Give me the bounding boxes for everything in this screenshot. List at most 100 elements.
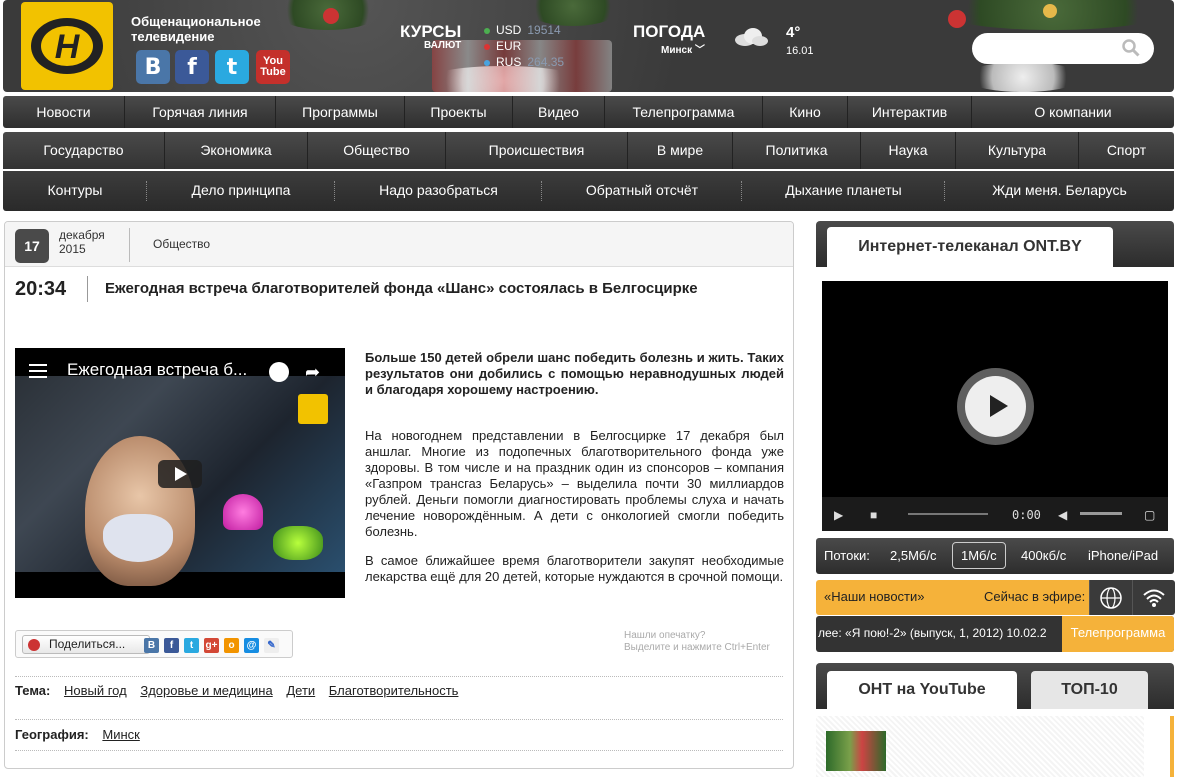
geo-link[interactable]: Минск (102, 727, 139, 742)
odnoklassniki-share-icon[interactable]: о (224, 638, 239, 653)
tags-label: Тема: (15, 683, 51, 698)
nav-item-projects[interactable]: Проекты (405, 96, 513, 128)
search-icon[interactable] (1122, 39, 1140, 57)
watch-later-icon[interactable] (269, 362, 289, 382)
google-plus-share-icon[interactable]: g+ (204, 638, 219, 653)
stop-icon[interactable]: ■ (870, 508, 877, 522)
tag-link[interactable]: Благотворительность (329, 683, 459, 698)
youtube-icon[interactable]: You Tube (256, 50, 290, 84)
twitter-icon[interactable]: t (215, 50, 249, 84)
youtube-glyph: You Tube (260, 55, 286, 78)
category-economy[interactable]: Экономика (165, 132, 308, 169)
share-button[interactable]: Поделиться... (22, 635, 150, 654)
video-child-figure (85, 436, 195, 586)
stream-option-selected[interactable]: 1Мб/с (952, 542, 1006, 569)
vk-share-icon[interactable]: В (144, 638, 159, 653)
article-time: 20:34 (15, 278, 67, 300)
program-obratny-otschet[interactable]: Обратный отсчёт (542, 171, 742, 211)
category-science[interactable]: Наука (861, 132, 956, 169)
nav-item-hotline[interactable]: Горячая линия (125, 96, 276, 128)
search-input[interactable] (972, 33, 1154, 64)
nav-item-cinema[interactable]: Кино (763, 96, 848, 128)
nav-item-news[interactable]: Новости (3, 96, 125, 128)
video-play-button[interactable] (158, 460, 202, 488)
brand-name: Общенациональное телевидение (131, 14, 261, 44)
volume-icon[interactable]: ◀ (1058, 508, 1067, 522)
play-icon[interactable] (957, 368, 1034, 445)
category-culture[interactable]: Культура (956, 132, 1079, 169)
video-title[interactable]: Ежегодная встреча б... (67, 360, 345, 380)
category-state[interactable]: Государство (3, 132, 165, 169)
twitter-share-icon[interactable]: t (184, 638, 199, 653)
facebook-share-icon[interactable]: f (164, 638, 179, 653)
program-nav: Контуры Дело принципа Надо разобраться О… (3, 171, 1174, 211)
nav-item-tv-schedule[interactable]: Телепрограмма (605, 96, 763, 128)
rus-code: RUS (496, 55, 522, 69)
divider (87, 276, 88, 302)
category-world[interactable]: В мире (628, 132, 733, 169)
play-control-icon[interactable]: ▶ (834, 508, 843, 522)
ont-logo[interactable]: Н (21, 2, 113, 90)
program-kontury[interactable]: Контуры (3, 171, 147, 211)
category-politics[interactable]: Политика (733, 132, 861, 169)
currency-eur: EUR (484, 38, 527, 54)
video-thumbnail[interactable] (826, 731, 886, 771)
tag-link[interactable]: Новый год (64, 683, 127, 698)
fullscreen-icon[interactable]: ▢ (1144, 508, 1155, 522)
currency-widget-title[interactable]: КУРСЫ ВАЛЮТ (400, 22, 461, 51)
category-sport[interactable]: Спорт (1079, 132, 1174, 169)
facebook-icon[interactable]: f (175, 50, 209, 84)
vk-glyph: В (144, 54, 162, 80)
scroll-indicator[interactable] (1170, 716, 1174, 777)
tv-program-button[interactable]: Телепрограмма (1062, 616, 1174, 652)
nav-item-interactive[interactable]: Интерактив (848, 96, 972, 128)
stream-option[interactable]: 400кб/с (1021, 548, 1066, 563)
wifi-icon[interactable] (1132, 580, 1175, 615)
currency-usd: USD 19514 (484, 22, 561, 38)
schedule-ticker: лее: «Я пою!-2» (выпуск, 1, 2012) 10.02.… (816, 616, 1174, 652)
category-incidents[interactable]: Происшествия (446, 132, 628, 169)
typo-hint: Нашли опечатку? Выделите и нажмите Ctrl+E… (624, 630, 784, 654)
mail-share-icon[interactable]: @ (244, 638, 259, 653)
geo-label: География: (15, 727, 89, 742)
city-select[interactable]: Минск ﹀ (661, 41, 705, 56)
program-zhdi-menya[interactable]: Жди меня. Беларусь (945, 171, 1174, 211)
streams-label: Потоки: (824, 548, 870, 563)
category-society[interactable]: Общество (308, 132, 446, 169)
video-embed[interactable]: Ежегодная встреча б... ➦ (15, 348, 345, 598)
playlist-icon[interactable] (29, 364, 47, 378)
article-meta-bar (5, 222, 793, 267)
share-arrow-icon[interactable]: ➦ (305, 362, 320, 383)
on-air-bar: «Наши новости» Сейчас в эфире: (816, 580, 1175, 615)
stream-option[interactable]: iPhone/iPad (1088, 548, 1158, 563)
program-delo-principa[interactable]: Дело принципа (147, 171, 335, 211)
nav-item-video[interactable]: Видео (513, 96, 605, 128)
tag-link[interactable]: Здоровье и медицина (140, 683, 272, 698)
article-date: декабря 2015 (59, 228, 105, 256)
nav-item-about[interactable]: О компании (972, 96, 1174, 128)
nav-item-programs[interactable]: Программы (276, 96, 405, 128)
usd-code: USD (496, 23, 522, 37)
article-tags: Тема: Новый год Здоровье и медицина Дети… (15, 683, 785, 699)
ticker-text[interactable]: лее: «Я пою!-2» (выпуск, 1, 2012) 10.02.… (818, 626, 1060, 640)
program-dyhanie-planety[interactable]: Дыхание планеты (742, 171, 945, 211)
seek-bar[interactable] (908, 513, 988, 515)
tab-youtube[interactable]: ОНТ на YouTube (827, 671, 1017, 709)
globe-icon-svg (1100, 587, 1122, 609)
tab-internet-channel[interactable]: Интернет-телеканал ONT.BY (827, 227, 1113, 267)
city-name: Минск (661, 45, 693, 56)
livejournal-share-icon[interactable]: ✎ (264, 638, 279, 653)
divider (129, 228, 130, 262)
typo-hint-line2: Выделите и нажмите Ctrl+Enter (624, 642, 770, 653)
stream-option[interactable]: 2,5Мб/с (890, 548, 936, 563)
weather-widget-title[interactable]: ПОГОДА Минск ﹀ (633, 22, 705, 56)
vk-icon[interactable]: В (136, 50, 170, 84)
article-category[interactable]: Общество (153, 237, 210, 251)
tag-link[interactable]: Дети (286, 683, 315, 698)
program-nado-razobratsya[interactable]: Надо разобраться (335, 171, 542, 211)
share-bar: Поделиться... В f t g+ о @ ✎ (15, 630, 293, 658)
on-air-show[interactable]: «Наши новости» (824, 589, 925, 604)
tab-top10[interactable]: ТОП-10 (1031, 671, 1148, 709)
globe-icon[interactable] (1089, 580, 1132, 615)
volume-slider[interactable] (1080, 512, 1122, 515)
